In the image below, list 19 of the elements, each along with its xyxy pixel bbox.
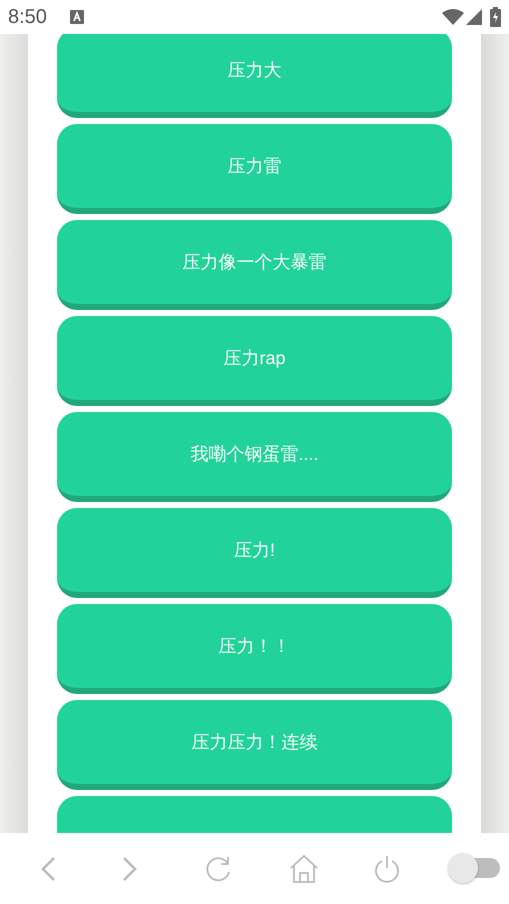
- signal-icon: [466, 9, 482, 25]
- power-icon[interactable]: [374, 854, 400, 882]
- phrase-button[interactable]: 压力大: [57, 34, 452, 118]
- wifi-icon: [442, 9, 464, 25]
- phrase-button[interactable]: 压力！！: [57, 604, 452, 694]
- status-time: 8:50: [8, 5, 47, 30]
- keyboard-notification-icon: [70, 10, 84, 24]
- forward-icon[interactable]: [122, 856, 138, 882]
- phrase-button[interactable]: 压力rap: [57, 316, 452, 406]
- battery-charging-icon: [490, 7, 501, 27]
- phrase-button[interactable]: 压力压力！连续: [57, 700, 452, 790]
- toggle-switch[interactable]: [448, 852, 500, 884]
- phrase-button[interactable]: 压力!: [57, 508, 452, 598]
- phrase-button[interactable]: 压力雷: [57, 124, 452, 214]
- home-icon[interactable]: [290, 854, 318, 882]
- phrase-button[interactable]: 我嘞个钢蛋雷....: [57, 412, 452, 502]
- reload-icon[interactable]: [206, 856, 232, 882]
- phrase-button[interactable]: 压力像一个大暴雷: [57, 220, 452, 310]
- back-icon[interactable]: [40, 856, 56, 882]
